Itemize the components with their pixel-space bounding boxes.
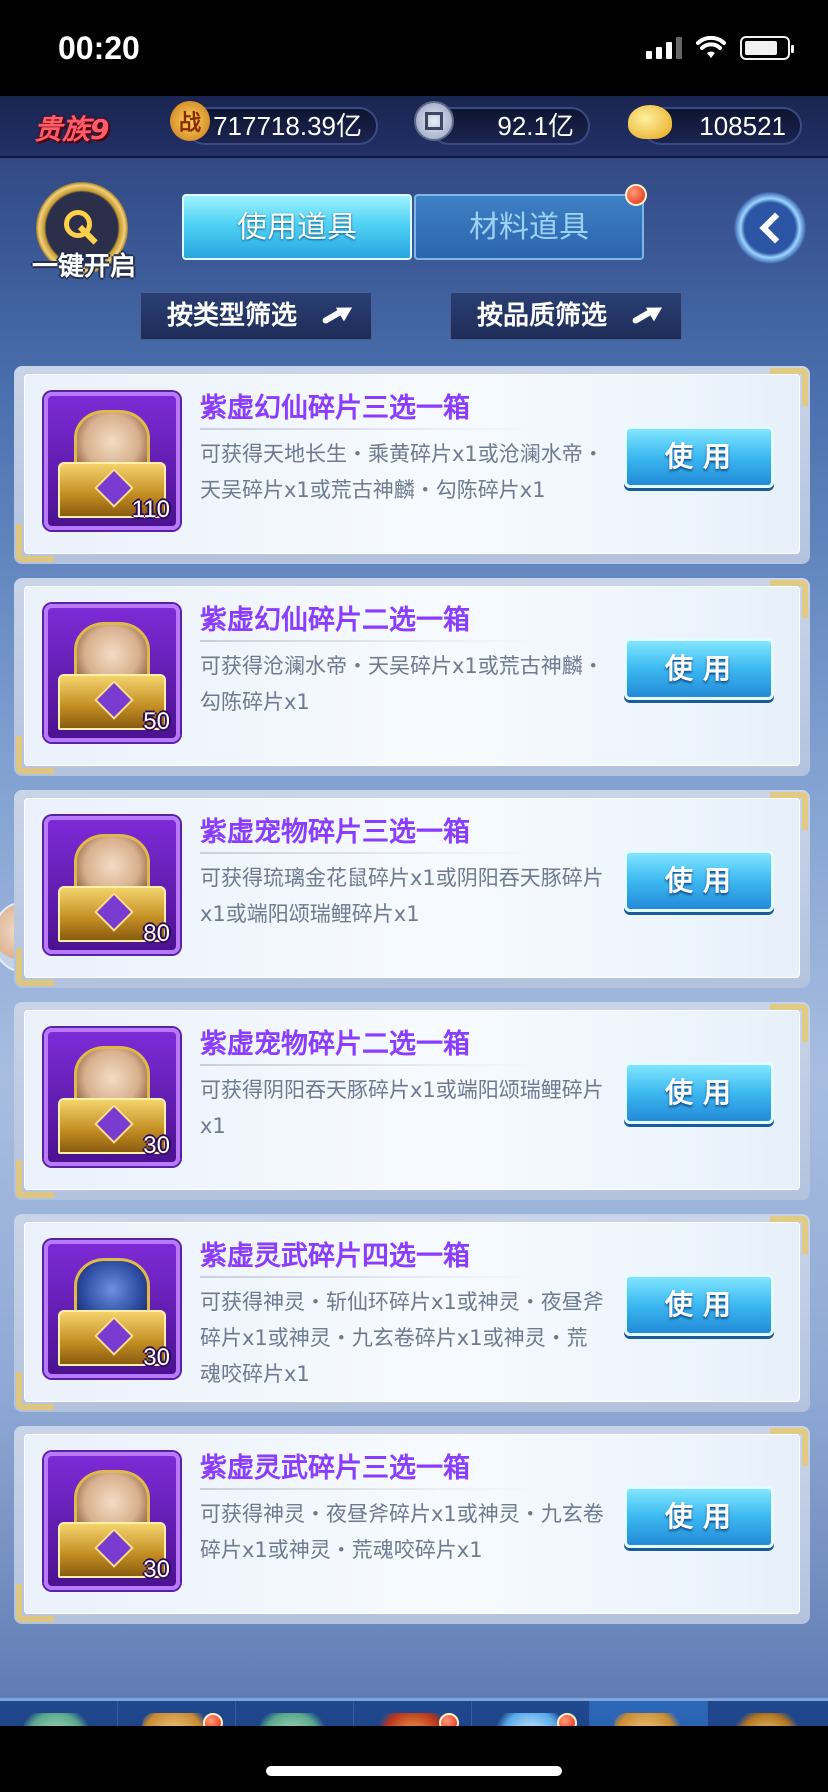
item-chest-icon[interactable]: 30 <box>44 1028 180 1166</box>
item-card: 80 紫虚宠物碎片三选一箱 可获得琉璃金花鼠碎片x1或阴阳吞天豚碎片x1或端阳颂… <box>14 790 810 988</box>
home-island-icon <box>24 1713 94 1726</box>
quick-open-button[interactable]: 一键开启 <box>28 182 138 292</box>
notification-dot <box>625 184 647 206</box>
scroll-icon <box>732 1713 802 1726</box>
notification-dot <box>439 1713 459 1726</box>
item-title: 紫虚灵武碎片三选一箱 <box>200 1453 470 1484</box>
coin-value: 92.1亿 <box>497 111 574 141</box>
cellular-signal-icon <box>646 37 682 59</box>
home-indicator-area <box>0 1726 828 1792</box>
item-description: 可获得神灵・夜昼斧碎片x1或神灵・九玄卷碎片x1或神灵・荒魂咬碎片x1 <box>200 1502 604 1562</box>
bottom-nav: 首页 阵容 历练 副本 斗法 背包 寻仙 <box>0 1698 828 1726</box>
combat-power-icon: 战 <box>170 101 210 141</box>
item-description: 可获得阴阳吞天豚碎片x1或端阳颂瑞鲤碎片x1 <box>200 1078 604 1138</box>
dungeon-gate-icon <box>378 1713 448 1726</box>
status-time: 00:20 <box>58 30 140 66</box>
lineup-cards-icon <box>142 1713 212 1726</box>
item-card: 30 紫虚宠物碎片二选一箱 可获得阴阳吞天豚碎片x1或端阳颂瑞鲤碎片x1 使用 <box>14 1002 810 1200</box>
nav-item-training[interactable]: 历练 <box>236 1701 354 1726</box>
copper-coin-icon <box>414 101 454 141</box>
status-bar: 00:20 <box>0 0 828 96</box>
coin-pill: 92.1亿 <box>430 107 590 145</box>
gold-ingot-icon <box>628 105 672 139</box>
nav-item-dungeon[interactable]: 副本 <box>354 1701 472 1726</box>
use-button[interactable]: 使用 <box>624 1274 774 1336</box>
use-button[interactable]: 使用 <box>624 1486 774 1548</box>
combat-power-pill: 717718.39亿 <box>186 107 378 145</box>
arrow-up-right-icon <box>633 303 663 327</box>
filter-by-quality-label: 按品质筛选 <box>477 301 608 331</box>
gold-value: 108521 <box>699 111 786 141</box>
item-title: 紫虚幻仙碎片三选一箱 <box>200 393 470 424</box>
battle-tower-icon <box>496 1713 566 1726</box>
nav-item-home[interactable]: 首页 <box>0 1701 118 1726</box>
filter-by-quality-button[interactable]: 按品质筛选 <box>450 292 682 340</box>
nav-item-bag[interactable]: 背包 <box>590 1701 708 1726</box>
item-title: 紫虚宠物碎片二选一箱 <box>200 1029 470 1060</box>
quick-open-label: 一键开启 <box>31 252 136 282</box>
bag-icon <box>614 1713 684 1726</box>
arrow-up-right-icon <box>323 303 353 327</box>
item-count: 110 <box>131 496 170 523</box>
notification-dot <box>203 1713 223 1726</box>
use-button[interactable]: 使用 <box>624 850 774 912</box>
tab-material-items[interactable]: 材料道具 <box>414 194 644 260</box>
resource-bar: 贵族9 717718.39亿 战 92.1亿 108521 <box>0 96 828 158</box>
use-button[interactable]: 使用 <box>624 1062 774 1124</box>
filter-by-type-label: 按类型筛选 <box>167 301 298 331</box>
back-arrow-icon <box>759 212 791 244</box>
vip-level[interactable]: 贵族9 <box>34 108 109 148</box>
use-button[interactable]: 使用 <box>624 426 774 488</box>
home-indicator[interactable] <box>266 1766 562 1776</box>
item-description: 可获得神灵・斩仙环碎片x1或神灵・夜昼斧碎片x1或神灵・九玄卷碎片x1或神灵・荒… <box>200 1290 604 1386</box>
status-indicators <box>646 36 794 60</box>
combat-power-value: 717718.39亿 <box>213 111 362 141</box>
item-title: 紫虚幻仙碎片二选一箱 <box>200 605 470 636</box>
item-count: 80 <box>143 920 170 947</box>
item-description: 可获得沧澜水帝・天吴碎片x1或荒古神麟・勾陈碎片x1 <box>200 654 604 714</box>
item-card: 30 紫虚灵武碎片三选一箱 可获得神灵・夜昼斧碎片x1或神灵・九玄卷碎片x1或神… <box>14 1426 810 1624</box>
item-card: 110 紫虚幻仙碎片三选一箱 可获得天地长生・乘黄碎片x1或沧澜水帝・天吴碎片x… <box>14 366 810 564</box>
tab-use-items[interactable]: 使用道具 <box>182 194 412 260</box>
item-title: 紫虚灵武碎片四选一箱 <box>200 1241 470 1272</box>
nav-item-seek-immortal[interactable]: 寻仙 <box>708 1701 828 1726</box>
item-count: 50 <box>143 708 170 735</box>
item-chest-icon[interactable]: 30 <box>44 1452 180 1590</box>
item-description: 可获得琉璃金花鼠碎片x1或阴阳吞天豚碎片x1或端阳颂瑞鲤碎片x1 <box>200 866 604 926</box>
nav-item-lineup[interactable]: 阵容 <box>118 1701 236 1726</box>
bag-screen: 贵族9 717718.39亿 战 92.1亿 108521 一键开启 使用道具 … <box>0 96 828 1726</box>
use-button[interactable]: 使用 <box>624 638 774 700</box>
training-gourd-icon <box>260 1713 330 1726</box>
battery-icon <box>740 36 794 60</box>
item-chest-icon[interactable]: 50 <box>44 604 180 742</box>
wifi-icon <box>696 36 726 58</box>
item-card: 30 紫虚灵武碎片四选一箱 可获得神灵・斩仙环碎片x1或神灵・夜昼斧碎片x1或神… <box>14 1214 810 1412</box>
item-card: 50 紫虚幻仙碎片二选一箱 可获得沧澜水帝・天吴碎片x1或荒古神麟・勾陈碎片x1… <box>14 578 810 776</box>
filter-by-type-button[interactable]: 按类型筛选 <box>140 292 372 340</box>
item-chest-icon[interactable]: 80 <box>44 816 180 954</box>
item-count: 30 <box>143 1556 170 1583</box>
item-chest-icon[interactable]: 30 <box>44 1240 180 1378</box>
item-title: 紫虚宠物碎片三选一箱 <box>200 817 470 848</box>
nav-item-battle[interactable]: 斗法 <box>472 1701 590 1726</box>
item-chest-icon[interactable]: 110 <box>44 392 180 530</box>
back-button[interactable] <box>734 192 806 264</box>
item-count: 30 <box>143 1344 170 1371</box>
item-description: 可获得天地长生・乘黄碎片x1或沧澜水帝・天吴碎片x1或荒古神麟・勾陈碎片x1 <box>200 442 604 502</box>
item-count: 30 <box>143 1132 170 1159</box>
notification-dot <box>557 1713 577 1726</box>
